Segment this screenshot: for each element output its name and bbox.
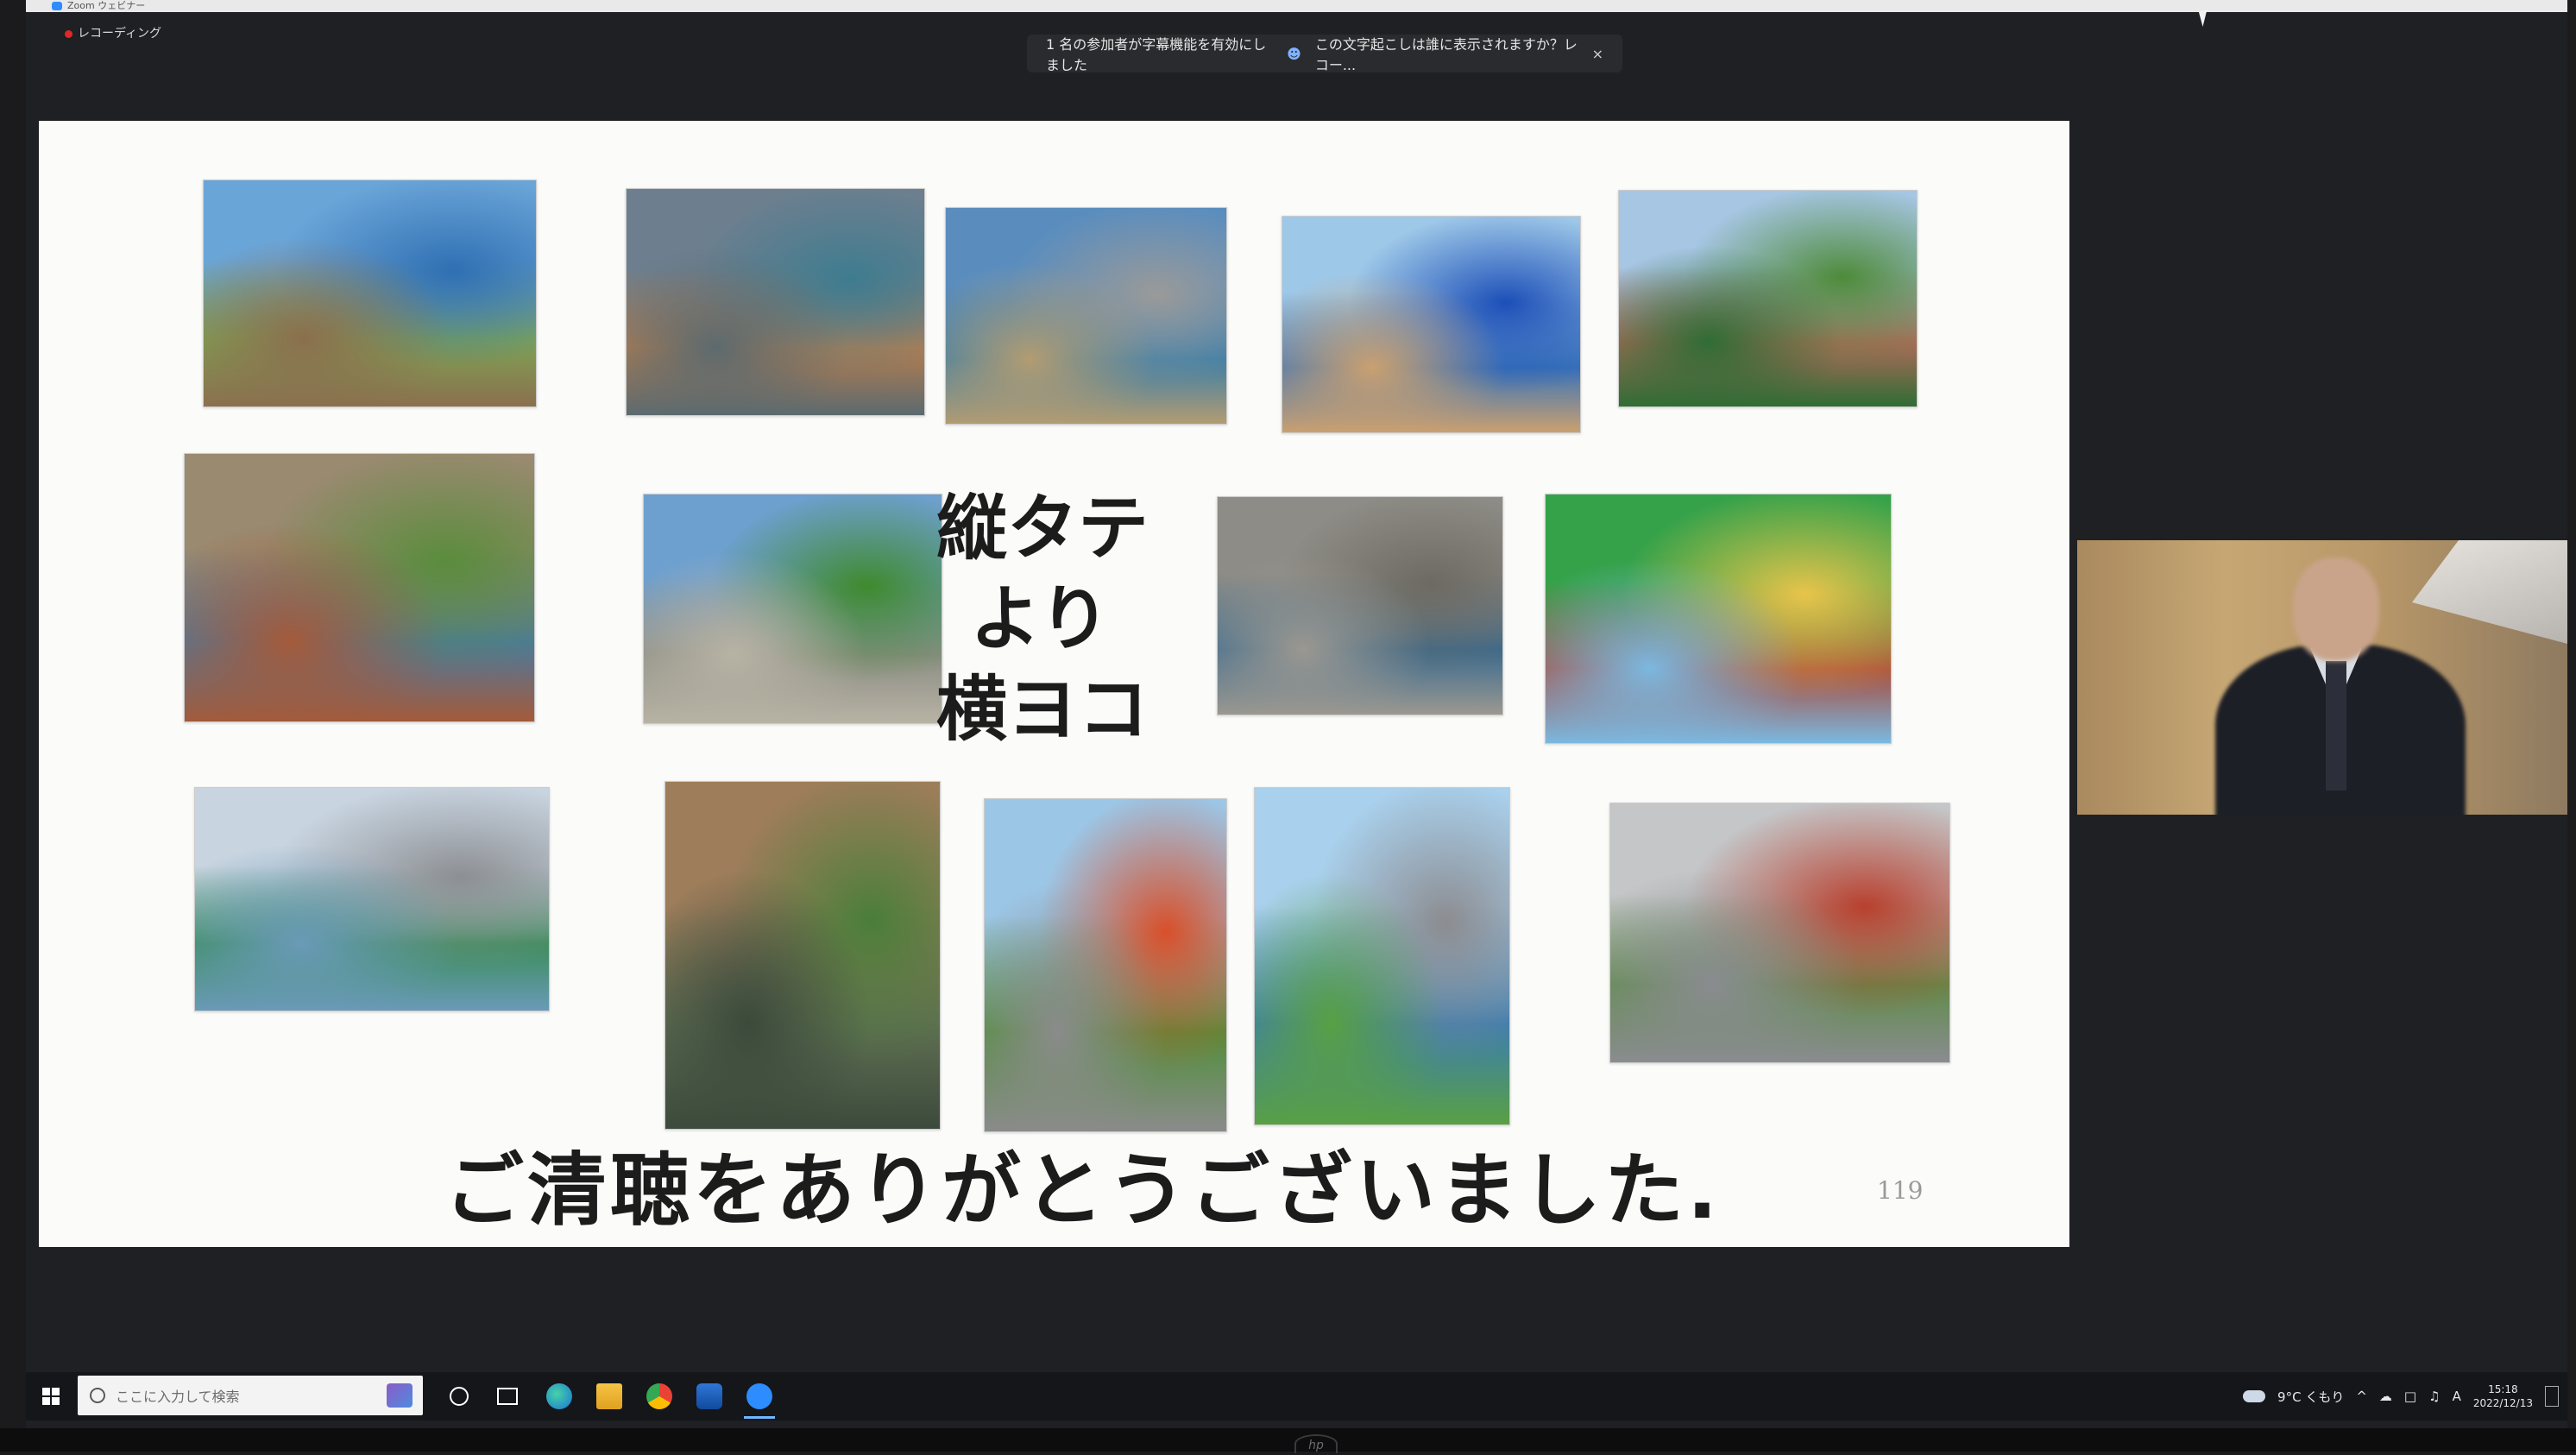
clock-date: 2022/12/13 — [2472, 1397, 2533, 1409]
taskbar-search-box[interactable]: ここに入力して検索 — [78, 1376, 423, 1415]
tokyo-station-painting — [664, 781, 941, 1130]
windows-taskbar: ここに入力して検索 9°C くもり ^ ☁ □ ♫ A 15:18 2022/1… — [26, 1372, 2567, 1420]
network-icon[interactable]: □ — [2404, 1389, 2416, 1404]
search-placeholder: ここに入力して検索 — [116, 1389, 240, 1405]
start-button[interactable] — [31, 1372, 71, 1420]
shared-slide: 縦タテ より 横ヨコ ご清聴をありがとうございました. 119 — [39, 121, 2069, 1247]
ime-indicator[interactable]: A — [2453, 1389, 2461, 1404]
file-explorer-taskbar-button[interactable] — [587, 1372, 632, 1420]
red-arch-bridge-painting — [984, 798, 1227, 1132]
recording-dot-icon — [65, 29, 72, 38]
outlook-icon — [696, 1383, 722, 1409]
edge-icon — [546, 1383, 572, 1409]
hp-logo-icon: hp — [1294, 1434, 1338, 1453]
nihonbashi-bridge-painting — [1217, 496, 1503, 715]
notification-icon[interactable] — [2545, 1386, 2559, 1407]
caption-question-link[interactable]: この文字起こしは誰に表示されますか？レコー... — [1315, 33, 1578, 74]
video-ceiling — [2412, 540, 2567, 644]
caption-message: 1 名の参加者が字幕機能を有効にしました — [1046, 36, 1267, 73]
river-arch-bridge-painting — [626, 188, 925, 416]
task-view-icon — [497, 1388, 518, 1405]
palace-stone-bridge-painting — [643, 494, 942, 724]
volume-icon[interactable]: ♫ — [2428, 1389, 2440, 1404]
system-tray: 9°C くもり ^ ☁ □ ♫ A 15:18 2022/12/13 — [2243, 1372, 2559, 1420]
search-highlight-icon — [387, 1383, 413, 1408]
green-rail-bridge-painting — [1545, 494, 1892, 744]
caption-notification-banner: 1 名の参加者が字幕機能を有効にしました ☻ この文字起こしは誰に表示されますか… — [1027, 33, 1622, 74]
landmark-tower-painting — [1254, 787, 1510, 1125]
steel-truss-bridge-painting — [194, 787, 550, 1011]
harbor-bridge-painting — [203, 180, 537, 407]
edge-taskbar-button[interactable] — [537, 1372, 582, 1420]
chevron-up-icon[interactable]: ^ — [2356, 1389, 2367, 1404]
window-titlebar: Zoom ウェビナー — [26, 0, 2567, 12]
cortana-icon — [450, 1387, 469, 1406]
stone-arch-viaduct-painting — [184, 453, 535, 722]
zoom-app-icon — [52, 2, 62, 10]
recording-indicator[interactable]: レコーディング — [65, 24, 161, 41]
blue-steel-bridge-painting — [1282, 216, 1581, 433]
person-icon: ☻ — [1287, 45, 1301, 62]
city-moat-painting — [1618, 190, 1918, 407]
folder-icon — [596, 1383, 622, 1409]
recording-label: レコーディング — [78, 27, 162, 41]
slide-center-text: 縦タテ より 横ヨコ — [936, 483, 1149, 755]
participant-video-tile[interactable] — [2077, 540, 2567, 815]
monitor-screen: Zoom ウェビナー レコーディング 1 名の参加者が字幕機能を有効にしました … — [26, 0, 2567, 1428]
rainbow-bridge-painting — [945, 207, 1227, 425]
taskbar-clock[interactable]: 15:18 2022/12/13 — [2473, 1383, 2533, 1410]
monitor-bezel — [0, 1428, 2576, 1452]
speaker-tie — [2326, 661, 2346, 790]
chrome-icon — [646, 1383, 672, 1409]
mouse-cursor-icon — [2198, 9, 2212, 27]
elevated-road-painting — [1609, 803, 1950, 1063]
search-icon — [90, 1388, 105, 1403]
center-line: より — [969, 578, 1111, 660]
slide-thanks-text: ご清聴をありがとうございました. — [444, 1144, 1721, 1237]
task-view-button[interactable] — [488, 1372, 526, 1420]
center-line: 縦タテ — [936, 488, 1149, 570]
outlook-taskbar-button[interactable] — [687, 1372, 732, 1420]
window-title: Zoom ウェビナー — [67, 0, 146, 11]
zoom-icon — [746, 1383, 772, 1409]
cortana-button[interactable] — [440, 1372, 478, 1420]
onedrive-icon[interactable]: ☁ — [2379, 1389, 2392, 1404]
slide-page-number: 119 — [1877, 1176, 1924, 1205]
weather-cloud-icon[interactable] — [2243, 1390, 2266, 1402]
close-icon[interactable]: × — [1592, 46, 1603, 62]
speaker-head — [2293, 557, 2379, 661]
chrome-taskbar-button[interactable] — [637, 1372, 682, 1420]
weather-text[interactable]: 9°C くもり — [2277, 1388, 2344, 1406]
center-line: 横ヨコ — [936, 669, 1149, 751]
clock-time: 15:18 — [2488, 1383, 2518, 1395]
windows-logo-icon — [42, 1388, 60, 1405]
zoom-taskbar-button[interactable] — [737, 1372, 782, 1420]
